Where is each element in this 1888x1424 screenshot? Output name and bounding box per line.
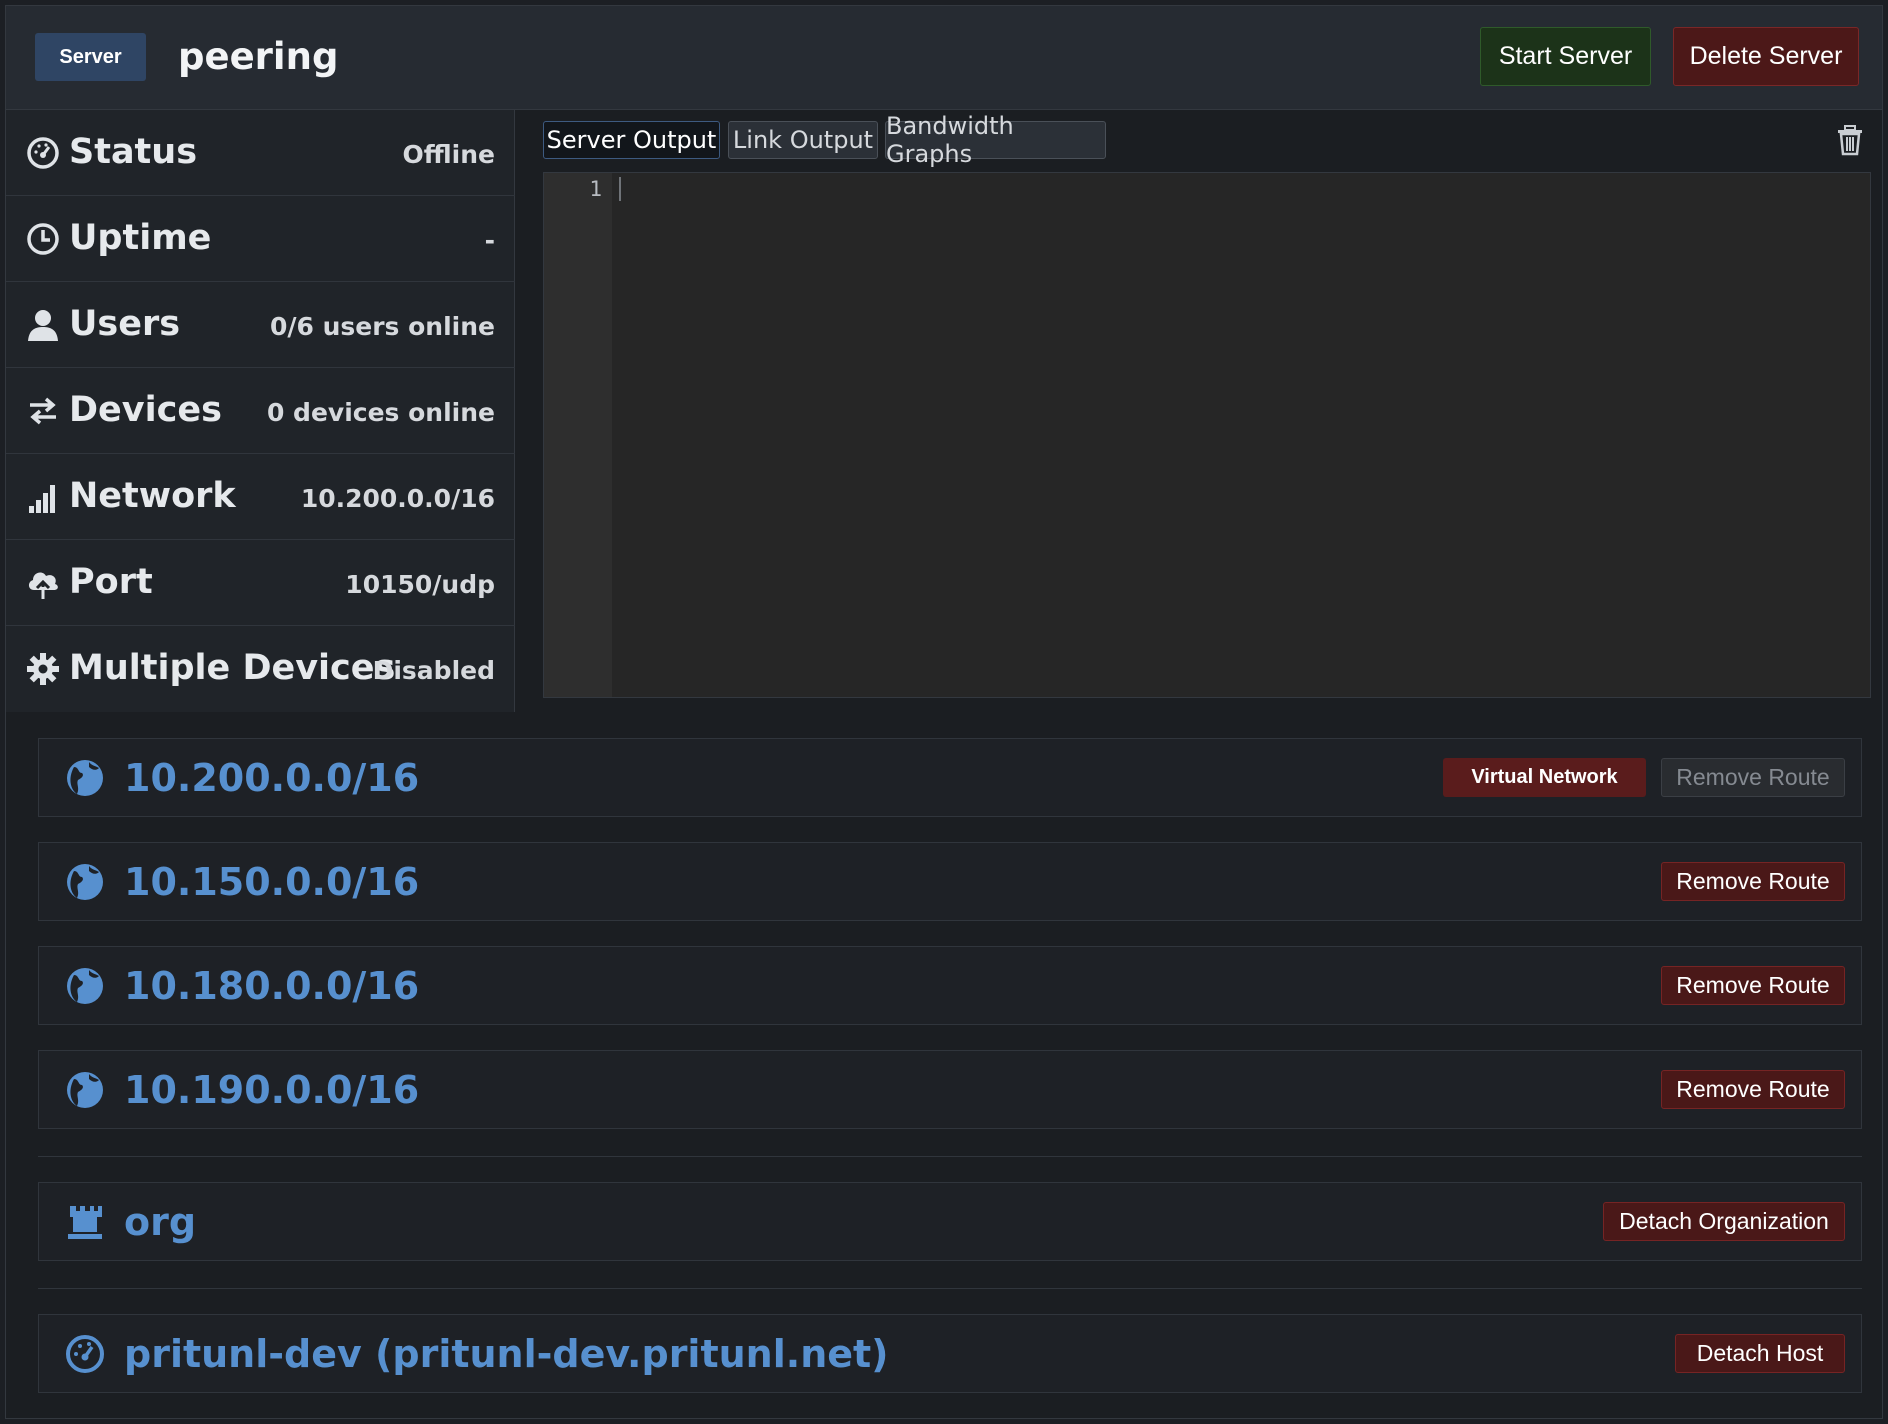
start-server-button[interactable]: Start Server xyxy=(1480,27,1651,86)
port-value: 10150/udp xyxy=(345,570,495,599)
server-header: Server peering Start Server Delete Serve… xyxy=(6,6,1882,110)
info-row-port: Port 10150/udp xyxy=(6,540,515,626)
server-name[interactable]: peering xyxy=(178,32,338,82)
server-badge: Server xyxy=(35,33,146,81)
route-row: 10.190.0.0/16 Remove Route xyxy=(38,1050,1862,1129)
remove-route-button[interactable]: Remove Route xyxy=(1661,1070,1845,1109)
clock-icon xyxy=(27,223,59,255)
cloud-upload-icon xyxy=(28,572,58,599)
tab-server-output[interactable]: Server Output xyxy=(543,121,720,159)
text-cursor xyxy=(619,177,621,201)
info-label: Uptime xyxy=(69,218,212,258)
server-panel: Server peering Start Server Delete Serve… xyxy=(5,5,1883,1419)
network-value: 10.200.0.0/16 xyxy=(300,484,495,513)
route-row: 10.150.0.0/16 Remove Route xyxy=(38,842,1862,921)
signal-bars-icon xyxy=(29,485,55,513)
host-name[interactable]: pritunl-dev (pritunl-dev.pritunl.net) xyxy=(124,1330,889,1378)
status-value: Offline xyxy=(402,140,495,169)
route-row: 10.180.0.0/16 Remove Route xyxy=(38,946,1862,1025)
route-network: 10.150.0.0/16 xyxy=(124,860,420,904)
transfer-arrows-icon xyxy=(30,397,56,425)
divider xyxy=(38,1288,1862,1289)
organization-name[interactable]: org xyxy=(124,1198,196,1246)
globe-icon xyxy=(67,760,103,796)
info-row-users: Users 0/6 users online xyxy=(6,282,515,368)
line-gutter: 1 xyxy=(544,173,612,697)
info-row-status: Status Offline xyxy=(6,110,515,196)
globe-icon xyxy=(67,968,103,1004)
detach-host-button[interactable]: Detach Host xyxy=(1675,1334,1845,1373)
remove-route-button[interactable]: Remove Route xyxy=(1661,966,1845,1005)
organization-row: org Detach Organization xyxy=(38,1182,1862,1261)
globe-icon xyxy=(67,1072,103,1108)
castle-tower-icon xyxy=(68,1206,102,1239)
route-network: 10.190.0.0/16 xyxy=(124,1068,420,1112)
info-label: Network xyxy=(69,476,236,516)
line-number: 1 xyxy=(589,177,602,201)
devices-value: 0 devices online xyxy=(266,398,495,427)
tab-bandwidth-graphs[interactable]: Bandwidth Graphs xyxy=(885,112,1106,168)
info-label: Port xyxy=(69,562,153,602)
delete-server-button[interactable]: Delete Server xyxy=(1673,27,1859,86)
globe-icon xyxy=(67,864,103,900)
trash-icon[interactable] xyxy=(1835,124,1865,156)
info-label: Users xyxy=(69,304,181,344)
info-row-uptime: Uptime - xyxy=(6,196,515,282)
users-value: 0/6 users online xyxy=(269,312,495,341)
user-icon xyxy=(28,310,58,341)
speedometer-icon xyxy=(66,1335,104,1373)
divider xyxy=(38,1156,1862,1157)
route-network: 10.180.0.0/16 xyxy=(124,964,420,1008)
info-row-network: Network 10.200.0.0/16 xyxy=(6,454,515,540)
detach-organization-button[interactable]: Detach Organization xyxy=(1603,1202,1845,1241)
multiple-devices-value: Disabled xyxy=(372,656,495,685)
remove-route-button: Remove Route xyxy=(1661,758,1845,797)
server-output-editor[interactable]: 1 xyxy=(543,172,1871,698)
gear-icon xyxy=(27,653,59,685)
route-row: 10.200.0.0/16 Virtual Network Remove Rou… xyxy=(38,738,1862,817)
virtual-network-badge: Virtual Network xyxy=(1443,758,1646,797)
server-info-panel: Status Offline Uptime - Users 0/6 users … xyxy=(6,110,515,712)
tab-link-output[interactable]: Link Output xyxy=(728,121,878,159)
info-label: Multiple Devices xyxy=(69,648,396,688)
info-row-devices: Devices 0 devices online xyxy=(6,368,515,454)
output-panel: Server Output Link Output Bandwidth Grap… xyxy=(515,110,1882,712)
remove-route-button[interactable]: Remove Route xyxy=(1661,862,1845,901)
route-network: 10.200.0.0/16 xyxy=(124,756,420,800)
info-row-multiple-devices: Multiple Devices Disabled xyxy=(6,626,515,712)
uptime-value: - xyxy=(484,226,495,255)
info-label: Status xyxy=(69,132,198,172)
host-row: pritunl-dev (pritunl-dev.pritunl.net) De… xyxy=(38,1314,1862,1393)
speedometer-icon xyxy=(27,137,59,169)
info-label: Devices xyxy=(69,390,222,430)
